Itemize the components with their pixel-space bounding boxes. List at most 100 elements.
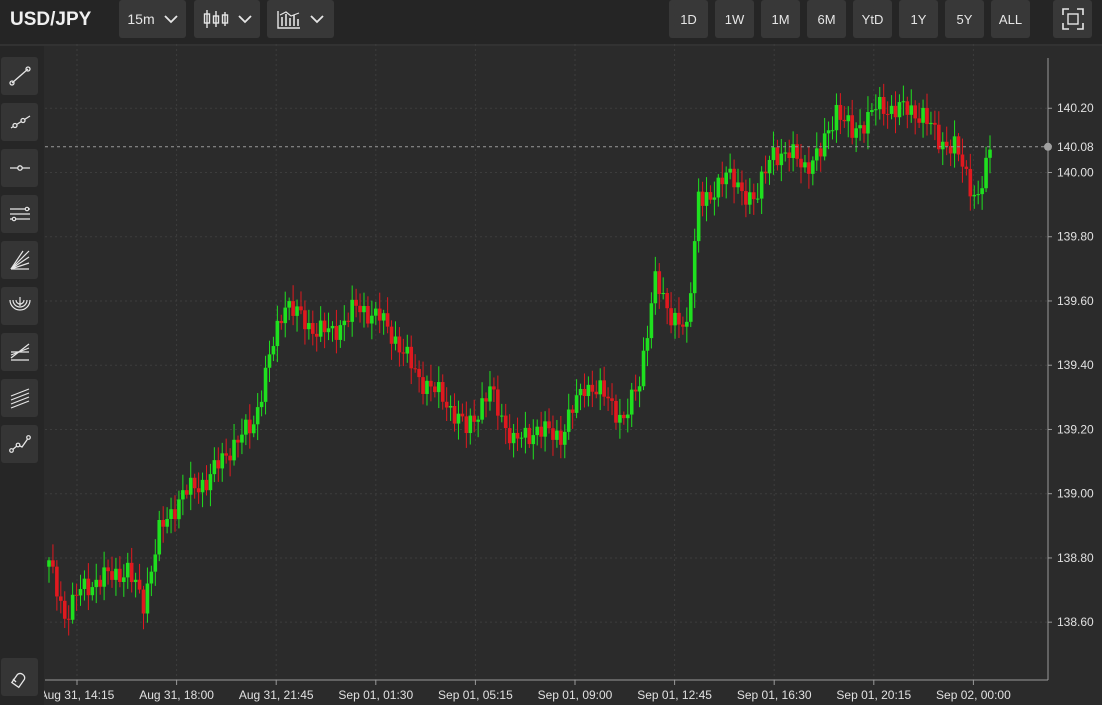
x-tick-label: Aug 31, 21:45 <box>239 688 314 702</box>
candle-body <box>480 398 484 420</box>
candle-body <box>980 188 984 195</box>
candle-body <box>188 477 193 495</box>
arc-tool[interactable] <box>1 287 38 325</box>
plot-area[interactable] <box>45 44 1048 680</box>
candle-body <box>62 600 67 619</box>
candle-body <box>515 432 520 439</box>
candle-body <box>102 567 106 587</box>
candle-body <box>759 171 764 199</box>
candle-body <box>244 419 248 435</box>
candle-body <box>212 460 217 475</box>
pitchfork-tool[interactable] <box>1 333 38 371</box>
candle-body <box>507 428 512 444</box>
range-1w-button[interactable]: 1W <box>715 0 754 38</box>
candle-body <box>393 336 398 344</box>
candle-body <box>448 405 453 408</box>
candle-body <box>440 382 445 402</box>
candle-body <box>681 324 685 327</box>
candle-body <box>653 271 658 304</box>
candle-body <box>570 409 575 413</box>
candle-body <box>807 162 811 174</box>
candle-body <box>125 562 130 578</box>
candle-body <box>141 589 146 614</box>
y-tick-label: 139.00 <box>1057 487 1094 501</box>
ray-tool[interactable] <box>1 103 38 141</box>
candle-body <box>704 192 709 206</box>
channel-lines-tool[interactable] <box>1 379 38 417</box>
horizontal-line-tool[interactable] <box>1 149 38 187</box>
range-1y-button[interactable]: 1Y <box>899 0 938 38</box>
range-all-button[interactable]: ALL <box>991 0 1030 38</box>
candle-body <box>196 488 201 493</box>
candle-body <box>677 312 681 325</box>
candle-body <box>287 301 291 308</box>
candle-body <box>728 168 732 173</box>
magnet-tool[interactable] <box>1 658 38 696</box>
indicators-dropdown[interactable] <box>267 0 334 38</box>
price-chart[interactable]: 140.20 140.00 139.80 139.60 139.40 139.20 139.… <box>0 44 1102 705</box>
candle-body <box>377 308 382 321</box>
candle-body <box>472 415 477 422</box>
candle-body <box>940 141 945 150</box>
candle-body <box>185 490 189 495</box>
candle-body <box>972 194 977 197</box>
candle-body <box>413 368 417 370</box>
candle-body <box>744 191 748 205</box>
candle-body <box>342 320 347 326</box>
x-tick-label: Sep 01, 05:15 <box>438 688 513 702</box>
candle-body <box>350 299 354 322</box>
candle-body <box>385 313 390 327</box>
channel-lines-icon <box>10 388 29 409</box>
candle-body <box>598 380 603 395</box>
candle-body <box>51 560 55 567</box>
candle-body <box>661 292 666 295</box>
candle-body <box>562 431 567 445</box>
range-1m-button[interactable]: 1M <box>761 0 800 38</box>
range-5y-button[interactable]: 5Y <box>945 0 984 38</box>
candle-body <box>299 306 303 311</box>
candle-body <box>913 105 917 119</box>
candle-body <box>82 578 87 590</box>
indicators-icon <box>277 11 300 29</box>
candle-body <box>381 313 386 321</box>
candle-body <box>771 147 776 160</box>
candle-body <box>696 191 701 242</box>
candle-body <box>118 568 122 582</box>
candle-body <box>106 567 110 572</box>
range-1d-button[interactable]: 1D <box>669 0 708 38</box>
polyline-tool[interactable] <box>1 425 38 463</box>
fan-tool[interactable] <box>1 241 38 279</box>
parallel-channel-tool[interactable] <box>1 195 38 233</box>
range-ytd-button[interactable]: YtD <box>853 0 892 38</box>
candle-body <box>846 115 851 122</box>
range-6m-button[interactable]: 6M <box>807 0 846 38</box>
interval-dropdown[interactable]: 15m <box>119 0 186 38</box>
candle-body <box>307 323 311 330</box>
x-tick-label: Sep 01, 12:45 <box>637 688 712 702</box>
candle-body <box>271 346 276 355</box>
candle-body <box>543 421 547 437</box>
candle-body <box>618 414 622 423</box>
chart-area[interactable]: 140.20 140.00 139.80 139.60 139.40 139.20 139.… <box>0 44 1102 705</box>
x-tick-label: Aug 31, 14:15 <box>40 688 115 702</box>
candle-body <box>145 583 150 614</box>
candle-body <box>452 405 457 424</box>
candle-body <box>905 101 910 115</box>
candle-body <box>362 306 366 313</box>
candle-body <box>700 191 705 206</box>
candle-body <box>66 618 71 620</box>
candle-body <box>783 152 788 154</box>
y-tick-label: 139.80 <box>1057 230 1094 244</box>
candle-body <box>314 333 319 337</box>
chart-type-dropdown[interactable] <box>194 0 260 38</box>
trend-line-tool[interactable] <box>1 57 38 95</box>
candle-body <box>976 194 980 196</box>
candle-body <box>586 384 591 397</box>
chevron-down-icon <box>163 15 178 24</box>
fullscreen-button[interactable] <box>1053 0 1092 38</box>
candle-body <box>551 428 555 440</box>
candle-body <box>925 107 929 125</box>
candle-body <box>685 321 689 327</box>
candle-body <box>665 292 669 309</box>
y-tick-label: 138.80 <box>1057 551 1094 565</box>
